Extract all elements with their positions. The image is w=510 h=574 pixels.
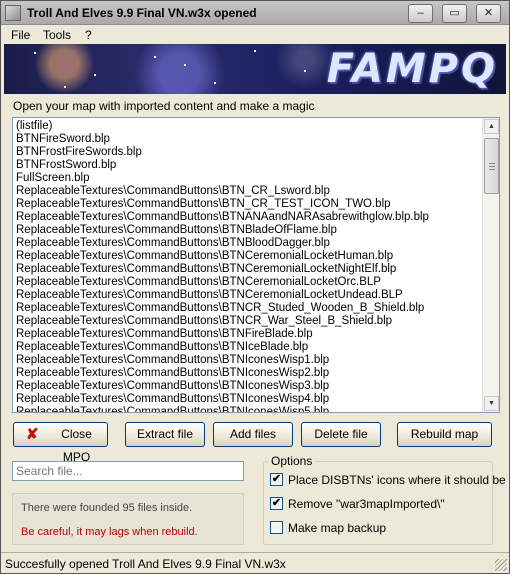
list-item[interactable]: ReplaceableTextures\CommandButtons\BTNCe… (16, 289, 484, 302)
list-item[interactable]: ReplaceableTextures\CommandButtons\BTN_C… (16, 198, 484, 211)
checkbox-make-backup[interactable] (270, 521, 283, 534)
list-item[interactable]: BTNFrostFireSwords.blp (16, 146, 484, 159)
list-item[interactable]: ReplaceableTextures\CommandButtons\BTNIc… (16, 367, 484, 380)
list-item[interactable]: ReplaceableTextures\CommandButtons\BTNIc… (16, 406, 484, 412)
list-item[interactable]: ReplaceableTextures\CommandButtons\BTNIc… (16, 380, 484, 393)
option-label: Remove "war3mapImported\" (288, 497, 445, 511)
instruction-text: Open your map with imported content and … (13, 99, 315, 113)
scroll-up-arrow-icon[interactable]: ▲ (484, 119, 499, 134)
checkbox-remove-imported[interactable]: ✔ (270, 497, 283, 510)
close-mpq-button[interactable]: ✘ Close MPQ (13, 422, 108, 464)
list-item[interactable]: BTNFrostSword.blp (16, 159, 484, 172)
scroll-down-arrow-icon[interactable]: ▼ (484, 396, 499, 411)
status-text: Succesfully opened Troll And Elves 9.9 F… (5, 557, 286, 571)
file-list-items: (listfile) BTNFireSword.blp BTNFrostFireSw… (16, 120, 484, 412)
main-window: Troll And Elves 9.9 Final VN.w3x opened … (0, 0, 510, 574)
list-item[interactable]: ReplaceableTextures\CommandButtons\BTNFi… (16, 328, 484, 341)
list-item[interactable]: ReplaceableTextures\CommandButtons\BTNIc… (16, 354, 484, 367)
list-item[interactable]: ReplaceableTextures\CommandButtons\BTNIc… (16, 393, 484, 406)
list-item[interactable]: ReplaceableTextures\CommandButtons\BTNCe… (16, 250, 484, 263)
list-item[interactable]: ReplaceableTextures\CommandButtons\BTNBl… (16, 237, 484, 250)
list-item[interactable]: FullScreen.blp (16, 172, 484, 185)
banner-logo: FAMPQ (326, 46, 498, 92)
title-bar[interactable]: Troll And Elves 9.9 Final VN.w3x opened … (1, 1, 509, 25)
close-x-icon: ✘ (26, 426, 39, 443)
scrollbar-thumb[interactable] (484, 138, 499, 194)
menu-help[interactable]: ? (85, 28, 92, 42)
add-files-button[interactable]: Add files (213, 422, 293, 447)
window-title: Troll And Elves 9.9 Final VN.w3x opened (27, 6, 257, 20)
close-window-button[interactable]: ✕ (476, 4, 501, 23)
list-item[interactable]: ReplaceableTextures\CommandButtons\BTNIc… (16, 341, 484, 354)
list-item[interactable]: ReplaceableTextures\CommandButtons\BTNCe… (16, 263, 484, 276)
menu-bar: File Tools ? (1, 26, 509, 44)
status-bar: Succesfully opened Troll And Elves 9.9 F… (1, 552, 509, 573)
list-item[interactable]: ReplaceableTextures\CommandButtons\BTN_C… (16, 185, 484, 198)
list-item[interactable]: ReplaceableTextures\CommandButtons\BTNCR… (16, 315, 484, 328)
options-legend: Options (268, 454, 316, 468)
list-item[interactable]: ReplaceableTextures\CommandButtons\BTNCe… (16, 276, 484, 289)
resize-grip-icon[interactable] (495, 559, 507, 571)
menu-tools[interactable]: Tools (43, 28, 71, 42)
files-count-text: There were founded 95 files inside. (21, 502, 193, 514)
extract-file-button[interactable]: Extract file (125, 422, 205, 447)
list-item[interactable]: ReplaceableTextures\CommandButtons\BTNCR… (16, 302, 484, 315)
banner-image: FAMPQ (4, 44, 506, 94)
maximize-button[interactable]: ▭ (442, 4, 467, 23)
options-group: Options ✔ Place DISBTNs' icons where it … (263, 454, 506, 545)
info-panel: There were founded 95 files inside. Be c… (12, 493, 244, 545)
list-item[interactable]: ReplaceableTextures\CommandButtons\BTNAN… (16, 211, 484, 224)
option-label: Make map backup (288, 521, 387, 535)
warning-text: Be careful, it may lags when rebuild. (21, 526, 198, 538)
minimize-button[interactable]: – (408, 4, 433, 23)
menu-file[interactable]: File (11, 28, 30, 42)
checkbox-place-disbtns[interactable]: ✔ (270, 473, 283, 486)
file-list-scrollbar[interactable]: ▲ ▼ (482, 118, 499, 412)
list-item[interactable]: ReplaceableTextures\CommandButtons\BTNBl… (16, 224, 484, 237)
delete-file-button[interactable]: Delete file (301, 422, 381, 447)
search-input[interactable] (12, 461, 244, 481)
option-label: Place DISBTNs' icons where it should be (288, 473, 506, 487)
file-list[interactable]: (listfile) BTNFireSword.blp BTNFrostFireSw… (12, 117, 500, 413)
rebuild-map-button[interactable]: Rebuild map (397, 422, 492, 447)
list-item[interactable]: (listfile) (16, 120, 484, 133)
list-item[interactable]: BTNFireSword.blp (16, 133, 484, 146)
app-icon (5, 5, 21, 21)
